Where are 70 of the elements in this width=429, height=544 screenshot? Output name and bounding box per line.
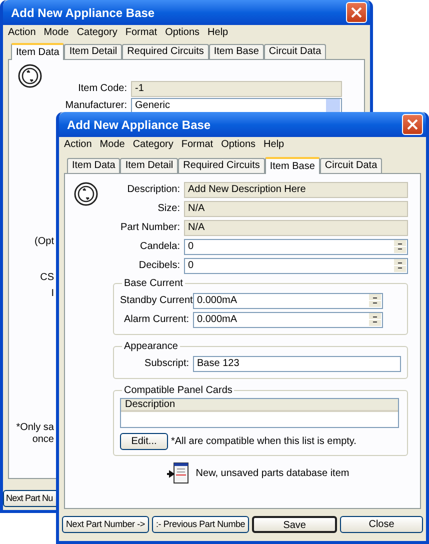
menu-item[interactable]: Category [76,28,118,38]
push-button[interactable]: :- Previous Part Numbe [152,516,250,533]
menu-item[interactable]: Format [181,140,214,150]
menu-item[interactable]: Options [165,28,200,38]
field-label: Candela: [138,240,181,254]
tab[interactable]: Circuit Data [264,44,326,59]
field-label: Standby Current: [120,294,193,308]
field-label: Part Number: [120,221,181,235]
menu-item[interactable]: Action [64,140,92,150]
field-label: Decibels: [138,259,181,273]
close-button[interactable] [402,114,423,135]
field-label: Manufacturer: [64,99,128,113]
window-title: Add New Appliance Base [11,4,155,22]
menu-item[interactable]: Mode [100,140,125,150]
close-button[interactable] [346,2,367,23]
field-label: Subscript: [144,357,190,371]
column-header[interactable]: Description [121,399,398,412]
group-title: Base Current [123,277,184,291]
note-text: *All are compatible when this list is empty. [171,435,356,449]
appliance-base-icon [74,182,98,206]
input-field[interactable]: Generic [131,98,342,114]
spin-buttons[interactable] [394,239,406,254]
input-field[interactable]: 0 [184,238,408,254]
field-label: Description: [126,183,181,197]
input-field[interactable]: Base 123 [193,356,401,372]
menu-item[interactable]: Format [125,28,158,38]
appliance-base-icon [18,64,42,88]
menu-item[interactable]: Help [208,28,228,38]
input-field: N/A [184,220,408,236]
tab[interactable]: Item Base [208,44,264,59]
tab[interactable]: Item Data [11,43,64,60]
tab[interactable]: Required Circuits [178,158,265,173]
close-icon [351,7,362,18]
field-label: (Opt [34,236,54,248]
input-field: Add New Description Here [184,182,408,198]
spin-buttons[interactable] [369,293,381,308]
spin-buttons[interactable] [369,312,381,327]
note-text: *Only sa [16,422,54,434]
input-field[interactable]: 0 [184,258,408,274]
push-button[interactable]: Close [340,516,423,533]
push-button[interactable]: Edit... [120,433,168,450]
status-text: New, unsaved parts database item [196,466,350,480]
tab[interactable]: Item Detail [64,44,122,59]
input-field: N/A [184,200,408,216]
input-field[interactable]: 0.000mA [193,312,383,328]
menu-item[interactable]: Category [132,140,174,150]
group-title: Appearance [123,340,179,354]
tab[interactable]: Item Data [67,158,120,173]
close-icon [407,119,418,130]
field-label: CS [40,272,54,284]
menu-item[interactable]: Action [8,28,36,38]
group-title: Compatible Panel Cards [123,384,234,398]
menu-item[interactable]: Help [264,140,284,150]
field-label: Size: [156,202,181,216]
field-label: Alarm Current: [122,313,190,327]
menu-item[interactable]: Options [221,140,256,150]
input-field[interactable]: 0.000mA [193,292,383,308]
tab[interactable]: Required Circuits [122,44,209,59]
push-button[interactable]: Save [252,516,338,533]
spin-buttons[interactable] [394,258,406,273]
window-title: Add New Appliance Base [67,116,211,134]
field-label: Item Code: [77,82,128,96]
tab[interactable]: Item Base [264,157,320,174]
note-text: once [32,434,54,446]
tab[interactable]: Circuit Data [320,158,382,173]
input-field: -1 [131,80,342,96]
push-button[interactable]: Next Part Number -> [62,516,149,533]
menu-item[interactable]: Mode [44,28,69,38]
field-label: I [51,288,54,300]
tab[interactable]: Item Detail [120,158,178,173]
